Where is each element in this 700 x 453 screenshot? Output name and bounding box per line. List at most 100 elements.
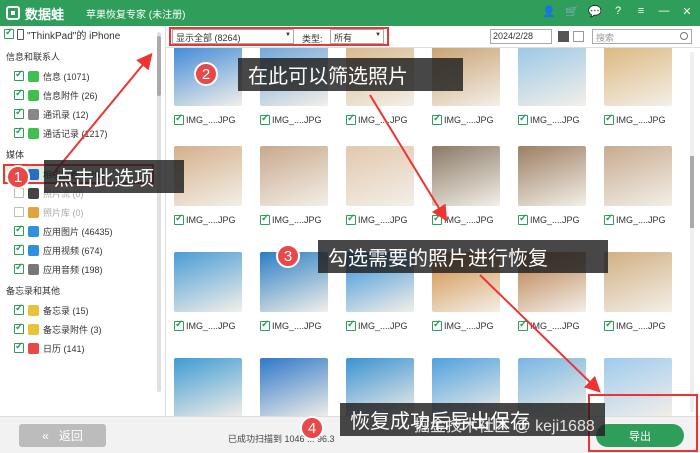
section-title: 备忘录和其他 (6, 286, 61, 296)
photo-checkbox[interactable] (432, 213, 442, 225)
photo-checkbox[interactable] (260, 319, 270, 331)
item-checkbox[interactable] (14, 303, 24, 315)
photo-thumbnail[interactable] (174, 252, 242, 312)
sidebar-item[interactable]: 信息 (1071) (14, 68, 154, 84)
help-icon[interactable]: ? (611, 5, 625, 18)
item-checkbox[interactable] (14, 341, 24, 353)
sidebar-item[interactable]: 通讯录 (12) (14, 106, 154, 122)
photo-caption[interactable]: IMG_....JPG (260, 319, 340, 332)
sidebar-item[interactable]: 应用音频 (198) (14, 261, 154, 277)
item-checkbox[interactable] (14, 107, 24, 119)
sidebar-item[interactable]: 应用视频 (674) (14, 242, 154, 258)
badge-3: 3 (276, 244, 300, 268)
close-icon[interactable]: ✕ (680, 5, 694, 18)
photo-caption[interactable]: IMG_....JPG (346, 213, 426, 226)
photo-checkbox[interactable] (260, 113, 270, 125)
photo-checkbox[interactable] (604, 213, 614, 225)
photo-checkbox[interactable] (174, 213, 184, 225)
photo-thumbnail[interactable] (260, 358, 328, 416)
sidebar-scrollbar[interactable] (157, 32, 161, 392)
photo-checkbox[interactable] (432, 113, 442, 125)
photo-thumbnail[interactable] (518, 146, 586, 206)
device-checkbox[interactable] (4, 27, 14, 39)
item-checkbox[interactable] (14, 224, 24, 236)
sidebar-item[interactable]: 日历 (141) (14, 340, 154, 356)
photo-caption[interactable]: IMG_....JPG (432, 319, 512, 332)
photo-checkbox[interactable] (604, 113, 614, 125)
item-checkbox[interactable] (14, 88, 24, 100)
user-icon[interactable]: 👤 (542, 5, 556, 18)
photo-thumbnail[interactable] (174, 146, 242, 206)
photo-caption[interactable]: IMG_....JPG (518, 319, 598, 332)
photo-thumbnail[interactable] (518, 48, 586, 106)
photo-thumbnail[interactable] (346, 146, 414, 206)
watermark: 掘金技术社区 @ keji1688 (414, 418, 595, 435)
photo-caption[interactable]: IMG_....JPG (174, 213, 254, 226)
sidebar-item[interactable]: 应用图片 (46435) (14, 223, 154, 239)
item-checkbox[interactable] (14, 207, 24, 217)
app-icon (28, 127, 39, 139)
chat-icon[interactable]: 💬 (588, 5, 602, 18)
search-input[interactable]: 搜索 (592, 29, 692, 44)
item-checkbox[interactable] (14, 243, 24, 255)
sidebar-item-label: 照片库 (0) (43, 207, 84, 218)
photo-caption[interactable]: IMG_....JPG (604, 213, 684, 226)
photo-checkbox[interactable] (346, 113, 356, 125)
photo-thumbnail[interactable] (604, 48, 672, 106)
photo-checkbox[interactable] (432, 319, 442, 331)
photo-caption[interactable]: IMG_....JPG (346, 319, 426, 332)
back-button[interactable]: « 返回 (19, 424, 106, 447)
photo-caption[interactable]: IMG_....JPG (174, 319, 254, 332)
badge-2: 2 (194, 62, 218, 86)
app-icon (28, 70, 39, 82)
photo-caption[interactable]: IMG_....JPG (432, 113, 512, 126)
sidebar-item[interactable]: 备忘录 (15) (14, 302, 154, 318)
photo-thumbnail[interactable] (432, 146, 500, 206)
photo-checkbox[interactable] (174, 113, 184, 125)
item-checkbox[interactable] (14, 322, 24, 334)
sidebar-item[interactable]: 通话记录 (1217) (14, 125, 154, 141)
callout-2: 在此可以筛选照片 (238, 58, 463, 91)
list-view-icon[interactable] (573, 31, 584, 42)
photo-checkbox[interactable] (518, 213, 528, 225)
photo-checkbox[interactable] (604, 319, 614, 331)
photo-caption[interactable]: IMG_....JPG (260, 113, 340, 126)
cart-icon[interactable]: 🛒 (565, 5, 579, 18)
grid-view-icon[interactable] (558, 31, 569, 42)
photo-thumbnail[interactable] (604, 146, 672, 206)
sidebar-item[interactable]: 信息附件 (26) (14, 87, 154, 103)
photo-caption[interactable]: IMG_....JPG (518, 113, 598, 126)
photo-caption[interactable]: IMG_....JPG (604, 113, 684, 126)
photo-filename: IMG_....JPG (358, 321, 408, 331)
photo-checkbox[interactable] (174, 319, 184, 331)
item-checkbox[interactable] (14, 126, 24, 138)
minimize-icon[interactable]: — (657, 5, 671, 18)
date-picker[interactable]: 2024/2/28 (490, 29, 552, 44)
photo-checkbox[interactable] (346, 319, 356, 331)
item-checkbox[interactable] (14, 262, 24, 274)
sidebar-item[interactable]: 照片库 (0) (14, 204, 154, 220)
item-checkbox[interactable] (14, 188, 24, 198)
photo-checkbox[interactable] (518, 319, 528, 331)
sidebar-item-label: 信息 (1071) (43, 71, 90, 82)
photo-checkbox[interactable] (346, 213, 356, 225)
sidebar-item-label: 备忘录 (15) (43, 305, 89, 316)
photo-caption[interactable]: IMG_....JPG (260, 213, 340, 226)
photo-thumbnail[interactable] (174, 358, 242, 416)
photo-caption[interactable]: IMG_....JPG (604, 319, 684, 332)
photo-caption[interactable]: IMG_....JPG (174, 113, 254, 126)
photo-caption[interactable]: IMG_....JPG (518, 213, 598, 226)
menu-icon[interactable]: ≡ (634, 5, 648, 18)
device-row[interactable]: "ThinkPad"的 iPhone (0, 26, 165, 42)
item-checkbox[interactable] (14, 69, 24, 81)
photo-caption[interactable]: IMG_....JPG (432, 213, 512, 226)
sidebar-item[interactable]: 备忘录附件 (3) (14, 321, 154, 337)
photo-checkbox[interactable] (518, 113, 528, 125)
grid-scrollbar[interactable] (690, 52, 694, 412)
photo-caption[interactable]: IMG_....JPG (346, 113, 426, 126)
photo-thumbnail[interactable] (604, 252, 672, 312)
search-icon[interactable] (680, 32, 688, 40)
photo-thumbnail[interactable] (260, 146, 328, 206)
photo-checkbox[interactable] (260, 213, 270, 225)
photo-filename: IMG_....JPG (530, 321, 580, 331)
